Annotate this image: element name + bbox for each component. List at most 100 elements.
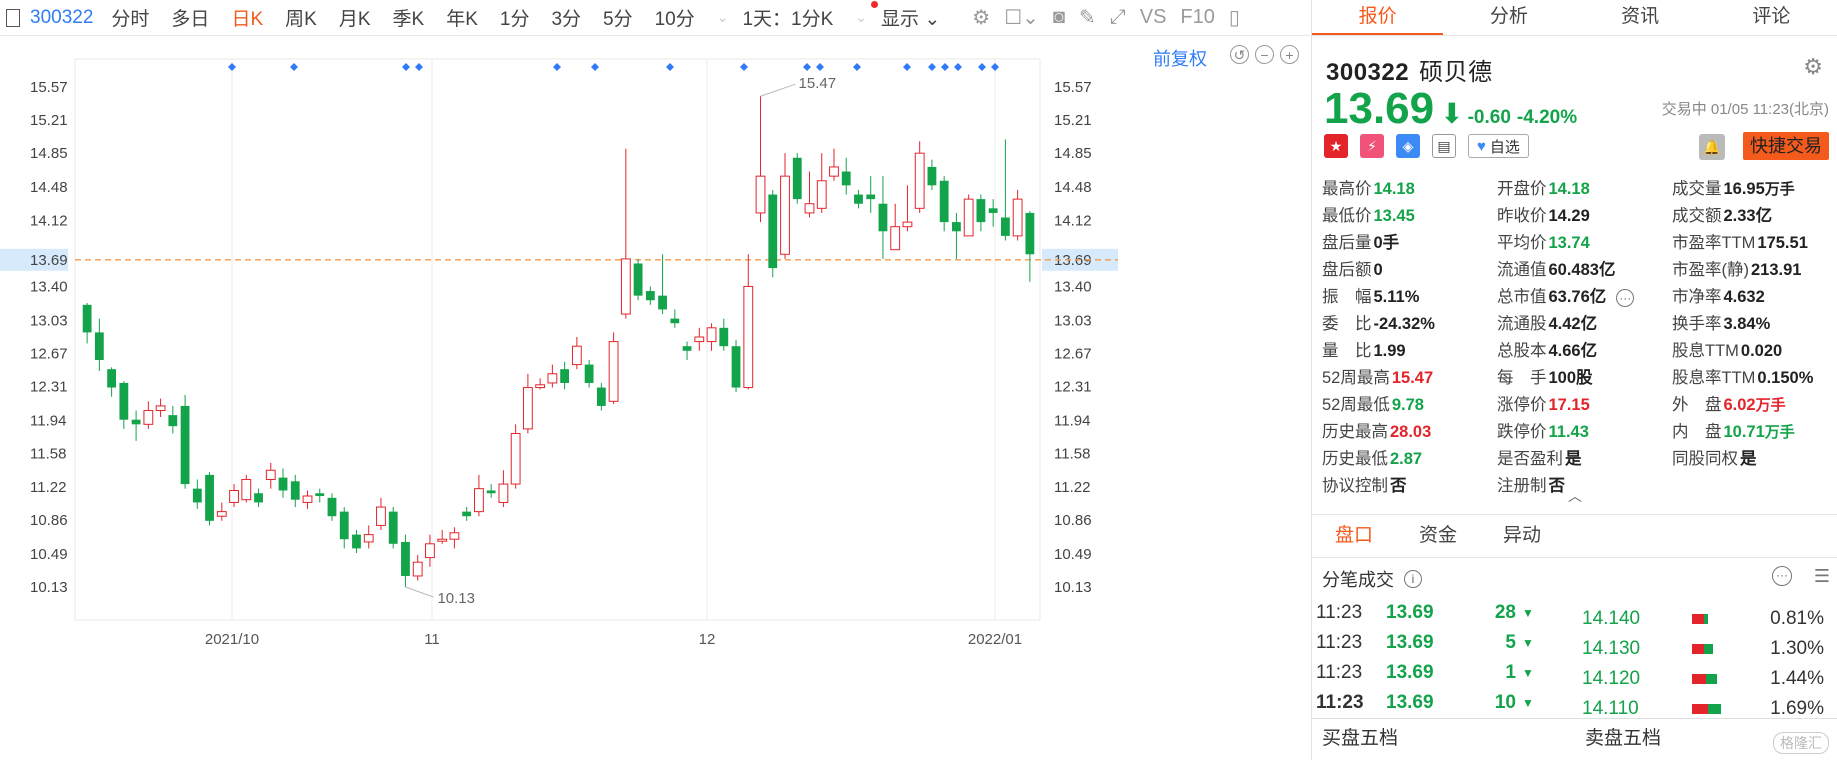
display-menu[interactable]: 显示 ⌄ bbox=[881, 4, 940, 31]
quote-label: 流通值 bbox=[1497, 261, 1547, 279]
vs-button[interactable]: VS bbox=[1140, 6, 1167, 29]
gear-icon[interactable]: ⚙ bbox=[1803, 54, 1823, 80]
more-icon[interactable]: ··· bbox=[1616, 289, 1635, 307]
quote-value: 213.91 bbox=[1751, 261, 1802, 279]
f10-button[interactable]: F10 bbox=[1180, 6, 1214, 29]
quote-item: 昨收价 14.29 bbox=[1497, 205, 1672, 227]
quote-label: 换手率 bbox=[1672, 315, 1722, 333]
kline-chart[interactable]: 2021/10 11 12 2022/01 15.57 15.57 15.21 15.21 14… bbox=[0, 37, 1310, 760]
period-tab[interactable]: 日K bbox=[231, 4, 263, 31]
panel-tab[interactable]: 分析 bbox=[1443, 0, 1574, 35]
depth-list[interactable]: 14.140 0.81% 14.130 1.30% 14.120 1.44% 14.110 1… bbox=[1582, 604, 1832, 716]
quote-label: 市盈率TTM bbox=[1672, 234, 1756, 252]
sector-icon[interactable]: ⚡ bbox=[1360, 134, 1384, 158]
quote-unit: 万手 bbox=[1764, 424, 1795, 441]
y-tick-label-left: 14.48 bbox=[30, 179, 68, 196]
period-tab[interactable]: 年K bbox=[446, 4, 478, 31]
list-icon[interactable]: ☰ bbox=[1814, 566, 1830, 587]
period-tab[interactable]: 3分 bbox=[551, 4, 581, 31]
chevron-down-icon[interactable]: ⌄ bbox=[855, 9, 867, 26]
bell-icon[interactable]: 🔔 bbox=[1699, 134, 1725, 160]
candle-body bbox=[425, 543, 435, 559]
orderbook-tab[interactable]: 盘口 bbox=[1312, 515, 1396, 557]
y-tick-label-right: 12.31 bbox=[1054, 379, 1092, 396]
quote-value: 2.33亿 bbox=[1723, 207, 1773, 225]
period-tab[interactable]: 10分 bbox=[655, 4, 695, 31]
candle-body bbox=[608, 341, 619, 402]
quote-item: 股息TTM 0.020 bbox=[1672, 340, 1832, 362]
period-tab[interactable]: 月K bbox=[339, 4, 371, 31]
kline-chart-area[interactable]: 2021/10 11 12 2022/01 15.57 15.57 15.21 15.21 14… bbox=[0, 37, 1310, 760]
camera-icon[interactable]: ◙ bbox=[1053, 6, 1065, 29]
tick-time: 11:23 bbox=[1316, 692, 1364, 710]
panel-tab[interactable]: 资讯 bbox=[1575, 0, 1706, 35]
depth-tab[interactable]: 买盘五档 bbox=[1312, 719, 1575, 760]
quote-value: 14.29 bbox=[1548, 207, 1590, 225]
tick-time: 11:23 bbox=[1316, 632, 1363, 653]
event-marker bbox=[290, 63, 298, 71]
period-tab[interactable]: 多日 bbox=[171, 4, 209, 31]
zoom-out-icon[interactable]: − bbox=[1255, 45, 1274, 64]
reset-icon[interactable]: ↺ bbox=[1230, 45, 1249, 64]
orderbook-tab[interactable]: 资金 bbox=[1396, 515, 1480, 557]
bookmark-icon[interactable]: ▤ bbox=[1432, 134, 1456, 158]
period-tab[interactable]: 1分 bbox=[500, 4, 530, 31]
candle-body bbox=[560, 369, 570, 383]
event-marker bbox=[853, 63, 861, 71]
info-icon[interactable]: i bbox=[1404, 570, 1422, 588]
zoom-in-icon[interactable]: + bbox=[1280, 45, 1299, 64]
candle-body bbox=[596, 387, 606, 406]
add-watchlist-button[interactable]: ♥ 自选 bbox=[1468, 134, 1529, 158]
candle-body bbox=[510, 433, 521, 485]
orderbook-tab[interactable]: 异动 bbox=[1480, 515, 1564, 557]
candle-body bbox=[180, 405, 190, 485]
tag-icon[interactable]: ◈ bbox=[1396, 134, 1420, 158]
stock-badges: ★ ⚡ ◈ ▤ ♥ 自选 bbox=[1324, 134, 1529, 158]
candle-body bbox=[412, 561, 423, 577]
quote-item: 平均价 13.74 bbox=[1497, 232, 1672, 254]
period-tab[interactable]: 1天：1分K bbox=[742, 4, 833, 31]
y-tick-label-right: 13.03 bbox=[1054, 312, 1092, 329]
quote-label: 协议控制 bbox=[1322, 477, 1388, 495]
sidebar-icon[interactable]: ▯ bbox=[1229, 5, 1240, 30]
settings-icon[interactable]: ⚙ bbox=[972, 5, 990, 30]
pen-icon[interactable]: ✎ bbox=[1079, 5, 1096, 30]
panel-tab[interactable]: 报价 bbox=[1312, 0, 1444, 35]
panel-toggle-icon[interactable] bbox=[6, 8, 20, 27]
period-tab[interactable]: 5分 bbox=[603, 4, 633, 31]
candle-body bbox=[902, 221, 913, 228]
quote-item: 换手率 3.84% bbox=[1672, 313, 1832, 335]
max-price-label: 15.47 bbox=[799, 75, 837, 92]
tick-volume: 5 bbox=[1505, 632, 1516, 653]
period-tab[interactable]: 周K bbox=[285, 4, 317, 31]
box-select-icon[interactable]: ☐⌄ bbox=[1004, 5, 1039, 30]
collapse-chevron-icon[interactable]: ︿ bbox=[1568, 486, 1582, 506]
quote-label: 跌停价 bbox=[1497, 423, 1547, 441]
panel-tab[interactable]: 评论 bbox=[1706, 0, 1837, 35]
quote-item: 流通值 60.483亿 bbox=[1497, 259, 1672, 281]
candle-body bbox=[743, 285, 754, 389]
quote-grid: 最高价 14.18 开盘价 14.18 成交量 16.95万手 最低价 13.45 昨收价 14.… bbox=[1322, 178, 1832, 497]
price-change: -0.60 bbox=[1467, 107, 1511, 128]
y-tick-label-right: 11.22 bbox=[1054, 479, 1090, 496]
quote-item: 总股本 4.66亿 bbox=[1497, 340, 1672, 362]
ticks-list[interactable]: 11:23 13.69 28 ▼ 11:23 13.69 5 ▼ 11:23 13.69 1 ▼ 11:… bbox=[1316, 598, 1536, 710]
stock-code-link[interactable]: 300322 bbox=[30, 7, 93, 29]
more-icon[interactable]: ··· bbox=[1772, 566, 1792, 586]
depth-price: 14.120 bbox=[1582, 668, 1641, 689]
quote-label: 市盈率(静) bbox=[1672, 261, 1749, 279]
depth-row: 14.140 0.81% bbox=[1582, 604, 1832, 634]
period-tab[interactable]: 分时 bbox=[111, 4, 149, 31]
candle-body bbox=[731, 346, 741, 388]
chevron-down-icon[interactable]: ⌄ bbox=[717, 9, 729, 26]
fullscreen-icon[interactable]: ⤢ bbox=[1110, 6, 1126, 29]
candle-body bbox=[388, 511, 398, 544]
quote-value: 16.95万手 bbox=[1723, 180, 1795, 198]
event-marker bbox=[978, 63, 986, 71]
adjust-mode-button[interactable]: 前复权 bbox=[1153, 45, 1207, 71]
candle-body bbox=[952, 222, 961, 232]
period-tab[interactable]: 季K bbox=[393, 4, 425, 31]
event-marker bbox=[591, 63, 599, 71]
fast-trade-button[interactable]: 快捷交易 bbox=[1743, 132, 1829, 160]
depth-bar-sell bbox=[1692, 644, 1704, 654]
